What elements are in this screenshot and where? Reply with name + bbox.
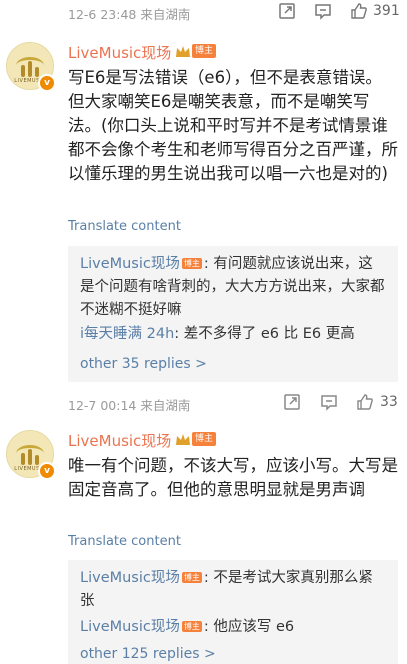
reply-box: LiveMusic现场 博主: 有问题就应该说出来，这是个问题有啥背刺的，大大方方…: [68, 246, 398, 382]
reply-item[interactable]: LiveMusic现场 博主: 不是考试大家真别那么紧张: [80, 567, 386, 613]
more-replies-link[interactable]: other 125 replies >: [80, 646, 216, 662]
translate-link[interactable]: Translate content: [68, 534, 181, 549]
reply-author[interactable]: LiveMusic现场: [80, 570, 180, 586]
timestamp: 12-7 00:14 来自湖南: [68, 398, 191, 413]
author-badge: 博主: [192, 432, 217, 446]
comment-item: LIVEMUSIC v LiveMusic现场 博主 写E6是写法错误（e6），…: [0, 38, 407, 418]
author-badge: 博主: [181, 572, 202, 583]
reply-box: LiveMusic现场 博主: 不是考试大家真别那么紧张 LiveMusic现场博…: [68, 560, 398, 664]
share-icon[interactable]: [278, 2, 296, 20]
reply-author[interactable]: LiveMusic现场: [80, 619, 180, 635]
reply-author[interactable]: i每天睡满 24h: [80, 326, 174, 342]
comment-icon[interactable]: [314, 2, 332, 20]
translate-link[interactable]: Translate content: [68, 219, 181, 234]
timestamp: 12-6 23:48 来自湖南: [68, 7, 191, 22]
reply-text: : 差不多得了 e6 比 E6 更高: [174, 326, 355, 342]
share-icon[interactable]: [283, 393, 301, 411]
comment-text: 写E6是写法错误（e6），但不是表意错误。但大家嘲笑E6是嘲笑表意，而不是嘲笑写…: [68, 68, 398, 183]
reply-text: : 他应该写 e6: [203, 619, 295, 635]
reply-item[interactable]: i每天睡满 24h: 差不多得了 e6 比 E6 更高: [80, 323, 386, 346]
more-replies-link[interactable]: other 35 replies >: [80, 356, 207, 372]
like-count: 33: [380, 394, 398, 410]
comment-meta-row: 12-7 00:14 来自湖南 33: [0, 391, 407, 419]
verified-icon: v: [38, 74, 56, 92]
comment-meta-row: 12-6 23:48 来自湖南 391: [0, 0, 407, 28]
crown-icon: [175, 44, 191, 58]
author-badge: 博主: [181, 621, 202, 632]
comment-text: 唯一有个问题，不该大写，应该小写。大写是固定音高了。但他的意思明显就是男声调: [68, 456, 398, 499]
crown-icon: [175, 432, 191, 446]
username[interactable]: LiveMusic现场: [68, 42, 171, 63]
reply-item[interactable]: LiveMusic现场 博主: 有问题就应该说出来，这是个问题有啥背刺的，大大方方…: [80, 253, 386, 322]
comment-icon[interactable]: [320, 393, 338, 411]
username[interactable]: LiveMusic现场: [68, 430, 171, 451]
reply-item[interactable]: LiveMusic现场 博主: 他应该写 e6: [80, 616, 386, 639]
comment-item: LIVEMUSIC v LiveMusic现场 博主 唯一有个问题，不该大写，应…: [0, 426, 407, 664]
like-count: 391: [373, 3, 400, 19]
like-icon[interactable]: [350, 2, 368, 20]
verified-icon: v: [38, 462, 56, 480]
author-badge: 博主: [192, 44, 217, 58]
like-icon[interactable]: [356, 393, 374, 411]
reply-author[interactable]: LiveMusic现场: [80, 256, 180, 272]
author-badge: 博主: [181, 258, 202, 269]
